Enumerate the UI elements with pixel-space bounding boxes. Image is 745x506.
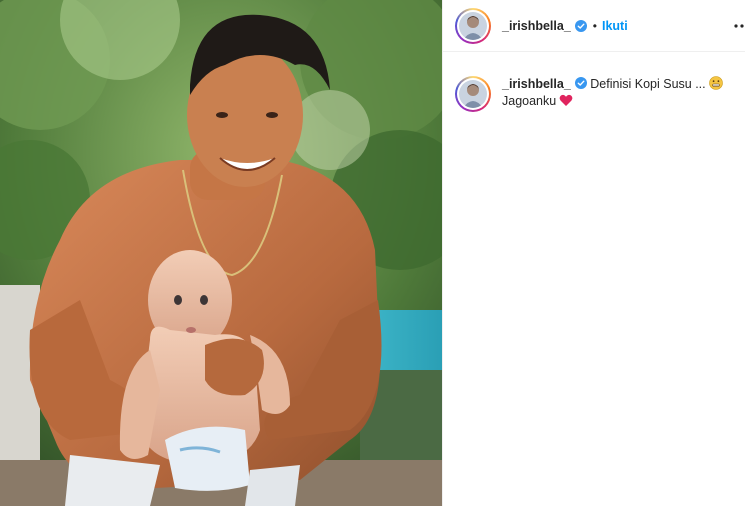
post-side-panel: _irishbella_ • Ikuti _irishbella_ Defini…	[443, 0, 745, 506]
caption-text: _irishbella_ Definisi Kopi Susu ... Jago…	[502, 76, 745, 110]
caption-row: _irishbella_ Definisi Kopi Susu ... Jago…	[443, 52, 745, 112]
caption-avatar[interactable]	[455, 76, 491, 112]
caption-line2: Jagoanku	[502, 94, 557, 108]
header-username[interactable]: _irishbella_	[502, 19, 571, 33]
grimacing-face-emoji-icon	[708, 76, 723, 90]
caption-line1: Definisi Kopi Susu ...	[590, 77, 706, 91]
caption-username[interactable]: _irishbella_	[502, 77, 571, 91]
instagram-post: _irishbella_ • Ikuti _irishbella_ Defini…	[0, 0, 745, 506]
post-header: _irishbella_ • Ikuti	[443, 0, 745, 52]
verified-badge-icon	[574, 19, 587, 32]
avatar-image	[459, 80, 487, 108]
post-photo[interactable]	[0, 0, 442, 506]
red-heart-emoji-icon	[559, 94, 573, 107]
avatar[interactable]	[455, 7, 491, 44]
verified-badge-icon	[574, 77, 587, 89]
follow-button[interactable]: Ikuti	[602, 19, 628, 33]
header-separator: •	[592, 18, 597, 33]
more-options-icon[interactable]	[732, 16, 745, 36]
avatar-image	[459, 11, 487, 40]
